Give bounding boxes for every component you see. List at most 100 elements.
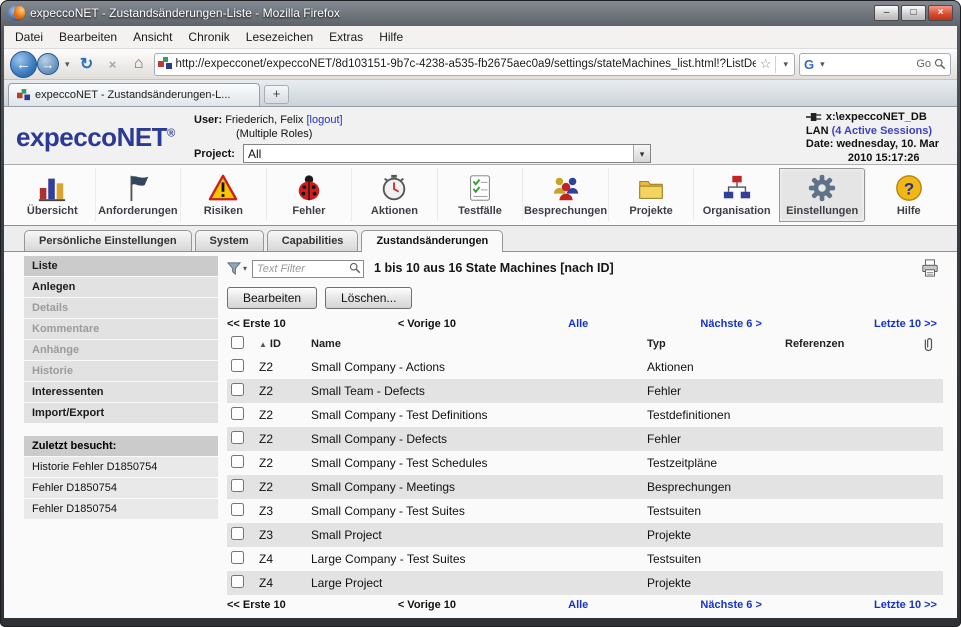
recent-item[interactable]: Historie Fehler D1850754 [24,457,218,477]
row-checkbox[interactable] [231,455,244,468]
page-next[interactable]: Nächste 6 > [700,599,761,611]
active-sessions-link[interactable]: (4 Active Sessions) [832,125,932,137]
url-text[interactable]: http://expecconet/expeccoNET/8d103151-9b… [176,58,756,70]
select-all-checkbox[interactable] [231,336,244,349]
project-select[interactable]: All ▾ [243,144,651,163]
edit-button[interactable]: Bearbeiten [227,287,317,309]
close-button[interactable]: × [928,5,953,21]
row-checkbox[interactable] [231,551,244,564]
column-id[interactable]: ▲ID [255,333,307,355]
sidebar-item-interessenten[interactable]: Interessenten [24,382,218,402]
delete-button[interactable]: Löschen... [325,287,412,309]
toolbar-item-anforderungen[interactable]: Anforderungen [95,168,181,222]
table-row[interactable]: Z4 Large Company - Test Suites Testsuite… [227,547,943,571]
logout-link[interactable]: [logout] [307,114,343,126]
bookmark-star-icon[interactable]: ☆ [760,56,772,72]
sidebar-item-import-export[interactable]: Import/Export [24,403,218,423]
search-go-label: Go [916,58,931,70]
lan-label: LAN [806,125,829,137]
table-row[interactable]: Z2 Small Company - Meetings Besprechunge… [227,475,943,499]
column-name[interactable]: Name [307,333,643,355]
row-checkbox[interactable] [231,407,244,420]
browser-tabstrip: expeccoNET - Zustandsänderungen-L... + [4,80,957,107]
row-checkbox[interactable] [231,503,244,516]
tab-system[interactable]: System [195,230,264,251]
page-all[interactable]: Alle [568,599,588,611]
row-checkbox[interactable] [231,431,244,444]
flag-icon [123,173,153,203]
row-checkbox[interactable] [231,527,244,540]
table-row[interactable]: Z2 Small Company - Actions Aktionen [227,355,943,379]
back-button[interactable]: ← [10,51,37,78]
menu-hilfe[interactable]: Hilfe [371,27,411,47]
row-checkbox[interactable] [231,359,244,372]
tab-zustandsaenderungen[interactable]: Zustandsänderungen [361,230,503,252]
toolbar-item-organisation[interactable]: Organisation [693,168,779,222]
page-next[interactable]: Nächste 6 > [700,318,761,330]
row-checkbox[interactable] [231,575,244,588]
table-row[interactable]: Z2 Small Company - Test Definitions Test… [227,403,943,427]
menu-lesezeichen[interactable]: Lesezeichen [238,27,321,47]
menu-extras[interactable]: Extras [321,27,371,47]
toolbar-item-fehler[interactable]: Fehler [266,168,352,222]
text-filter-input[interactable] [252,260,364,278]
table-row[interactable]: Z2 Small Company - Test Schedules Testze… [227,451,943,475]
new-tab-button[interactable]: + [264,85,289,104]
row-checkbox[interactable] [231,479,244,492]
recent-item[interactable]: Fehler D1850754 [24,499,218,519]
minimize-button[interactable]: – [874,5,899,21]
checklist-icon [465,173,495,203]
tab-capabilities[interactable]: Capabilities [267,230,359,251]
toolbar-item-aktionen[interactable]: Aktionen [351,168,437,222]
filter-menu-button[interactable]: ▾ [227,261,247,276]
menu-datei[interactable]: Datei [7,27,51,47]
page-all[interactable]: Alle [568,318,588,330]
table-row[interactable]: Z3 Small Project Projekte [227,523,943,547]
toolbar-item-projekte[interactable]: Projekte [608,168,694,222]
browser-window: expeccoNET - Zustandsänderungen-Liste - … [0,0,961,627]
url-bar[interactable]: http://expecconet/expeccoNET/8d103151-9b… [154,53,795,76]
table-row[interactable]: Z2 Small Company - Defects Fehler [227,427,943,451]
toolbar-item-risiken[interactable]: Risiken [180,168,266,222]
menu-bearbeiten[interactable]: Bearbeiten [51,27,125,47]
sidebar-item-liste[interactable]: Liste [24,256,218,276]
search-box[interactable]: G ▾ Go [799,53,951,76]
urlbar-dropdown-icon[interactable]: ▾ [780,59,791,70]
forward-button[interactable]: → [37,53,59,75]
page-last[interactable]: Letzte 10 >> [874,599,937,611]
toolbar-item-uebersicht[interactable]: Übersicht [10,168,95,222]
toolbar-item-hilfe[interactable]: ? Hilfe [865,168,951,222]
home-button[interactable]: ⌂ [128,53,150,75]
search-engine-dropdown-icon[interactable]: ▾ [817,59,828,70]
toolbar-item-besprechungen[interactable]: Besprechungen [522,168,608,222]
date-value: wednesday, 10. Mar [836,138,939,150]
time-value: 2010 15:17:26 [848,152,939,166]
search-icon[interactable] [349,262,361,274]
chevron-down-icon[interactable]: ▾ [633,145,650,162]
history-dropdown-icon[interactable]: ▾ [63,59,72,70]
sidebar-item-anlegen[interactable]: Anlegen [24,277,218,297]
page-last[interactable]: Letzte 10 >> [874,318,937,330]
menu-chronik[interactable]: Chronik [180,27,237,47]
table-row[interactable]: Z4 Large Project Projekte [227,571,943,595]
reload-button[interactable]: ↻ [76,53,98,75]
pagination-bottom: << Erste 10 < Vorige 10 Alle Nächste 6 >… [227,595,943,614]
maximize-button[interactable]: □ [901,5,926,21]
toolbar-item-testfaelle[interactable]: Testfälle [437,168,523,222]
sidebar-item-details: Details [24,298,218,318]
browser-tab[interactable]: expeccoNET - Zustandsänderungen-L... [8,83,260,106]
column-typ[interactable]: Typ [643,333,781,355]
bug-icon [294,173,324,203]
row-checkbox[interactable] [231,383,244,396]
menu-ansicht[interactable]: Ansicht [125,27,180,47]
tab-persoenliche-einstellungen[interactable]: Persönliche Einstellungen [24,230,192,251]
toolbar-item-einstellungen[interactable]: Einstellungen [779,168,866,222]
table-row[interactable]: Z2 Small Team - Defects Fehler [227,379,943,403]
search-icon[interactable] [934,58,946,70]
recently-visited: Zuletzt besucht: Historie Fehler D185075… [24,436,218,519]
column-referenzen[interactable]: Referenzen [781,333,917,355]
recent-item[interactable]: Fehler D1850754 [24,478,218,498]
table-row[interactable]: Z3 Small Company - Test Suites Testsuite… [227,499,943,523]
print-icon[interactable] [921,259,939,277]
tab-favicon [17,89,30,102]
